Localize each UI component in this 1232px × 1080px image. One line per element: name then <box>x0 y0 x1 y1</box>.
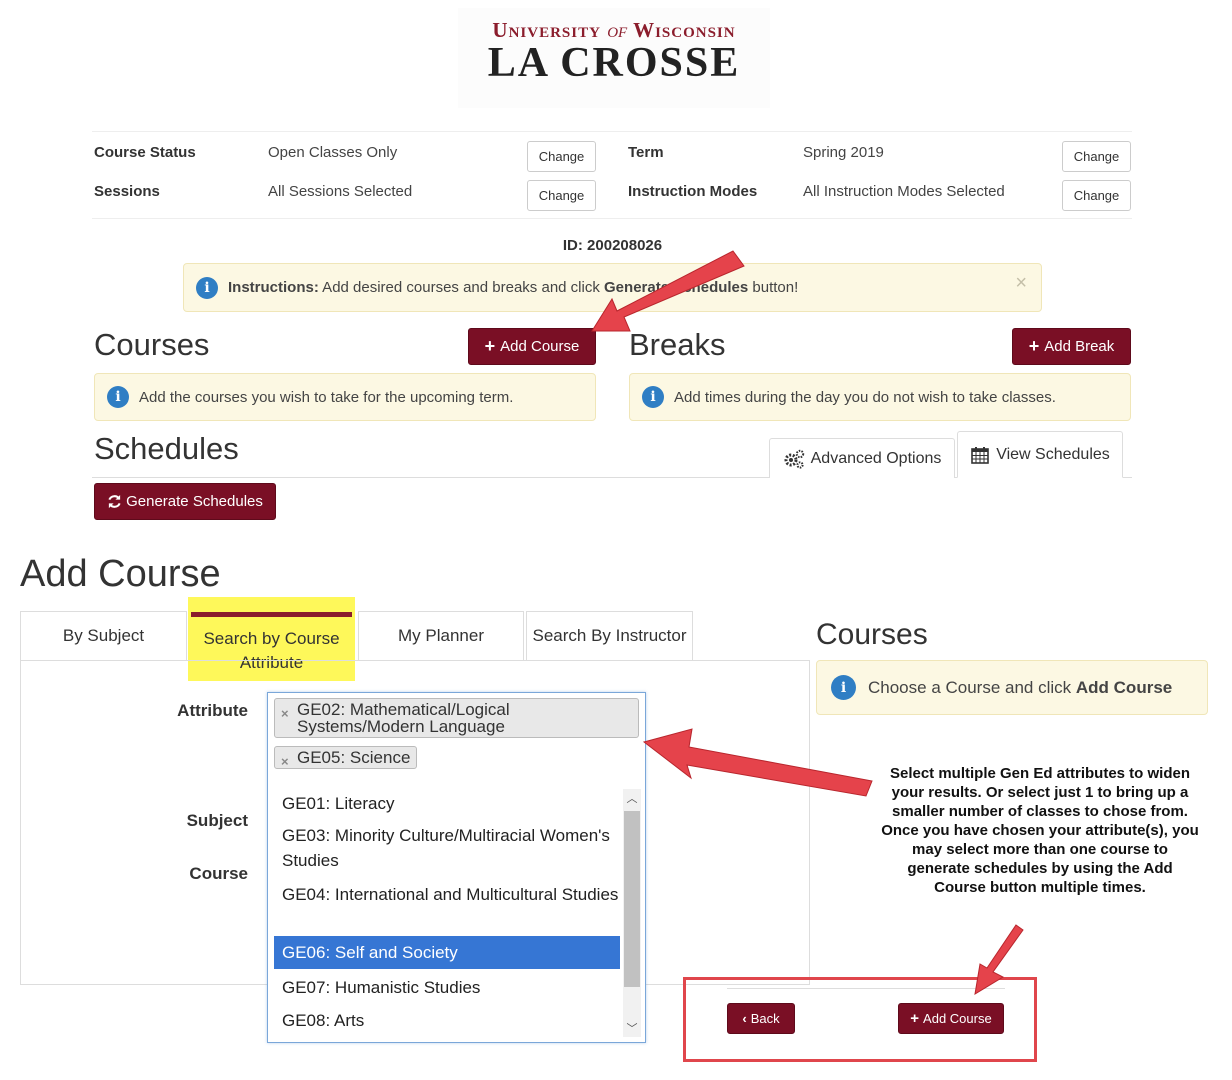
change-course-status-button[interactable]: Change <box>527 141 596 172</box>
options-scrollbar[interactable]: ︿ ﹀ <box>623 789 641 1037</box>
sessions-label: Sessions <box>94 183 160 200</box>
course-label: Course <box>189 864 248 883</box>
chip-ge02-label: GE02: Mathematical/Logical Systems/Moder… <box>297 700 510 736</box>
remove-chip-icon[interactable]: × <box>281 705 289 722</box>
chevron-up-icon[interactable]: ︿ <box>623 790 641 806</box>
instructions-pre: Add desired courses and breaks and click <box>318 279 605 296</box>
instructions-text: Instructions: Add desired courses and br… <box>228 279 798 296</box>
choose-course-alert: i Choose a Course and click Add Course <box>816 660 1208 715</box>
info-icon: i <box>107 386 129 408</box>
logo-word-wisconsin: Wisconsin <box>633 18 736 42</box>
schedule-settings: Course Status Open Classes Only Change T… <box>92 131 1132 219</box>
attribute-chip-ge05[interactable]: × GE05: Science <box>274 746 418 770</box>
instructions-bold: Instructions: <box>228 279 319 296</box>
tab-view-label: View Schedules <box>996 445 1110 463</box>
logo-word-university: University <box>492 18 601 42</box>
plus-icon: + <box>1028 336 1040 356</box>
tab-by-subject[interactable]: By Subject <box>20 611 187 660</box>
logo-line2: LA CROSSE <box>487 40 741 86</box>
option-ge01[interactable]: GE01: Literacy <box>274 788 620 819</box>
attribute-label: Attribute <box>177 701 248 720</box>
student-id: ID: 200208026 <box>562 237 663 254</box>
chevron-left-icon: ‹ <box>742 1011 747 1026</box>
change-term-button[interactable]: Change <box>1062 141 1131 172</box>
instructions-post: button! <box>748 279 799 296</box>
selected-courses-heading: Courses <box>816 618 928 651</box>
option-ge08[interactable]: GE08: Arts <box>274 1005 620 1036</box>
tab-my-planner[interactable]: My Planner <box>358 611 524 660</box>
info-icon: i <box>196 276 218 299</box>
add-break-label: Add Break <box>1044 338 1115 355</box>
calendar-icon <box>971 446 990 464</box>
change-instruction-modes-button[interactable]: Change <box>1062 180 1131 211</box>
choose-course-text: Choose a Course and click Add Course <box>868 678 1172 698</box>
tab-advanced-options[interactable]: Advanced Options <box>769 438 955 478</box>
instruction-modes-label: Instruction Modes <box>628 183 758 200</box>
add-course-heading: Add Course <box>20 553 221 595</box>
option-ge04[interactable]: GE04: International and Multicultural St… <box>274 880 620 936</box>
option-ge03[interactable]: GE03: Minority Culture/Multiracial Women… <box>274 821 620 877</box>
info-icon: i <box>831 675 856 700</box>
attribute-chip-ge02[interactable]: × GE02: Mathematical/Logical Systems/Mod… <box>274 698 639 738</box>
option-ge07[interactable]: GE07: Humanistic Studies <box>274 972 620 1003</box>
active-tab-bar <box>191 612 352 617</box>
tab-view-schedules[interactable]: View Schedules <box>957 431 1123 478</box>
attribute-multiselect[interactable]: × GE02: Mathematical/Logical Systems/Mod… <box>267 692 646 1043</box>
subject-label: Subject <box>186 811 248 830</box>
instruction-note: Select multiple Gen Ed attributes to wid… <box>881 765 1199 896</box>
generate-schedules-label: Generate Schedules <box>126 493 263 510</box>
add-course-submit-button[interactable]: + Add Course <box>898 1003 1004 1034</box>
tab-advanced-label: Advanced Options <box>810 449 942 467</box>
back-label: Back <box>750 1011 780 1026</box>
info-icon: i <box>642 386 664 408</box>
breaks-info-alert: i Add times during the day you do not wi… <box>629 373 1131 421</box>
course-status-value: Open Classes Only <box>268 144 398 161</box>
term-label: Term <box>628 144 664 161</box>
courses-heading: Courses <box>94 327 210 362</box>
add-course-button[interactable]: + Add Course <box>468 328 596 365</box>
university-logo: University of Wisconsin LA CROSSE <box>458 8 770 108</box>
add-course-submit-label: Add Course <box>923 1011 992 1026</box>
change-sessions-button[interactable]: Change <box>527 180 596 211</box>
plus-icon: + <box>484 336 496 356</box>
course-status-label: Course Status <box>94 144 196 161</box>
refresh-icon <box>108 494 121 509</box>
breaks-heading: Breaks <box>629 327 726 362</box>
instructions-bold2: Generate Schedules <box>604 279 749 296</box>
logo-word-of: of <box>607 18 628 42</box>
close-icon[interactable]: × <box>1015 272 1027 295</box>
add-course-label: Add Course <box>500 338 580 355</box>
choose-course-bold: Add Course <box>1075 677 1173 697</box>
chip-ge05-label: GE05: Science <box>297 748 411 767</box>
gears-icon <box>784 449 804 469</box>
remove-chip-icon[interactable]: × <box>281 753 289 770</box>
add-break-button[interactable]: + Add Break <box>1012 328 1131 365</box>
choose-course-pre: Choose a Course and click <box>868 677 1076 697</box>
back-button[interactable]: ‹ Back <box>727 1003 795 1034</box>
generate-schedules-button[interactable]: Generate Schedules <box>94 483 276 520</box>
plus-icon: + <box>910 1010 920 1027</box>
option-ge06[interactable]: GE06: Self and Society <box>274 936 620 969</box>
instruction-modes-value: All Instruction Modes Selected <box>803 183 1005 200</box>
breaks-info-text: Add times during the day you do not wish… <box>674 388 1056 406</box>
tab-search-by-instructor[interactable]: Search By Instructor <box>526 611 693 660</box>
instructions-alert: i Instructions: Add desired courses and … <box>183 263 1042 312</box>
sessions-value: All Sessions Selected <box>268 183 413 200</box>
scrollbar-thumb[interactable] <box>624 811 640 987</box>
courses-info-alert: i Add the courses you wish to take for t… <box>94 373 596 421</box>
schedules-heading: Schedules <box>94 431 239 466</box>
courses-info-text: Add the courses you wish to take for the… <box>139 388 514 406</box>
chevron-down-icon[interactable]: ﹀ <box>623 1020 641 1036</box>
term-value: Spring 2019 <box>803 144 884 161</box>
